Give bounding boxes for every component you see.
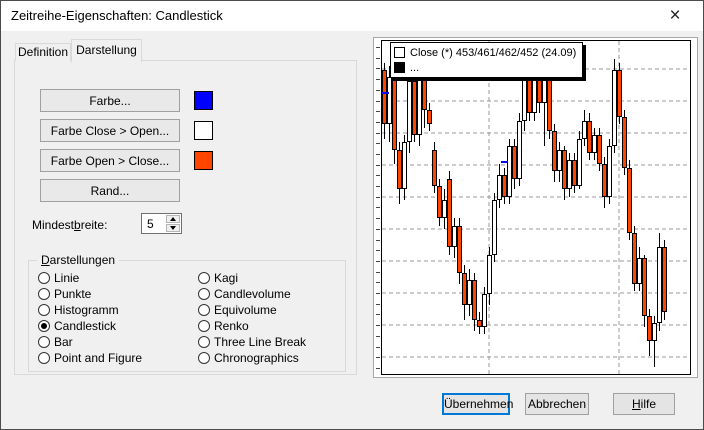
- titlebar: Zeitreihe-Eigenschaften: Candlestick ×: [1, 1, 703, 31]
- min-width-input[interactable]: [143, 215, 165, 232]
- y-axis-tick: [376, 207, 380, 208]
- radio-label: Punkte: [54, 288, 91, 301]
- chart-legend: Close (*) 453/461/462/452 (24.09)...: [390, 42, 583, 78]
- radio-icon: [38, 272, 50, 284]
- y-axis-tick: [376, 250, 380, 251]
- radio-icon: [198, 272, 210, 284]
- radio-label: Renko: [214, 320, 249, 333]
- y-axis-tick: [376, 133, 380, 134]
- spin-up-button[interactable]: [166, 215, 180, 223]
- farbe-button[interactable]: Farbe...: [40, 89, 180, 112]
- y-axis-tick: [376, 186, 380, 187]
- radio-label: Chronographics: [214, 352, 299, 365]
- y-axis-tick: [376, 261, 380, 262]
- y-axis-tick: [376, 79, 380, 80]
- y-axis-tick: [376, 325, 380, 326]
- spin-down-icon: [170, 226, 176, 230]
- y-axis-tick: [376, 293, 380, 294]
- farbe-open-close-swatch: [194, 151, 213, 170]
- candlestick-chart: [382, 41, 690, 374]
- rand-button[interactable]: Rand...: [40, 179, 180, 202]
- radio-icon: [38, 352, 50, 364]
- y-axis-tick: [376, 218, 380, 219]
- radio-label: Candlevolume: [214, 288, 291, 301]
- radio-icon: [198, 320, 210, 332]
- radio-icon: [38, 320, 50, 332]
- radio-icon: [38, 304, 50, 316]
- dialog-zeitreihe-eigenschaften: Zeitreihe-Eigenschaften: Candlestick × D…: [0, 0, 704, 430]
- radio-icon: [198, 304, 210, 316]
- spin-down-button[interactable]: [166, 224, 180, 232]
- y-axis-tick: [376, 68, 380, 69]
- legend-item: ...: [394, 60, 576, 75]
- radio-label: Equivolume: [214, 304, 277, 317]
- legend-swatch: [394, 62, 405, 73]
- legend-item: Close (*) 453/461/462/452 (24.09): [394, 45, 576, 60]
- y-axis-tick: [376, 47, 380, 48]
- y-axis-tick: [376, 282, 380, 283]
- legend-label: Close (*) 453/461/462/452 (24.09): [410, 47, 576, 59]
- farbe-close-open-swatch: [194, 121, 213, 140]
- radio-label: Point and Figure: [54, 352, 142, 365]
- y-axis-tick: [376, 101, 380, 102]
- y-axis-tick: [376, 347, 380, 348]
- y-axis-tick: [376, 336, 380, 337]
- y-axis-tick: [376, 229, 380, 230]
- y-axis-tick: [376, 272, 380, 273]
- dialog-title: Zeitreihe-Eigenschaften: Candlestick: [11, 1, 223, 31]
- y-axis-tick: [376, 304, 380, 305]
- radio-icon: [38, 288, 50, 300]
- y-axis-tick: [376, 58, 380, 59]
- spin-up-icon: [170, 217, 176, 221]
- help-button[interactable]: Hilfe: [613, 393, 675, 415]
- radio-label: Histogramm: [54, 304, 119, 317]
- farbe-close-open-button[interactable]: Farbe Close > Open...: [40, 119, 180, 142]
- radio-icon: [198, 288, 210, 300]
- darstellungen-groupbox: Darstellungen LiniePunkteHistogrammCandl…: [28, 260, 346, 372]
- farbe-swatch: [194, 91, 213, 110]
- radio-label: Linie: [54, 272, 79, 285]
- cancel-button[interactable]: Abbrechen: [525, 393, 589, 415]
- y-axis-tick: [376, 368, 380, 369]
- y-axis-tick: [376, 175, 380, 176]
- y-axis-tick: [376, 143, 380, 144]
- chart-preview-panel: Close (*) 453/461/462/452 (24.09)...: [373, 37, 698, 378]
- legend-label: ...: [410, 62, 419, 74]
- radio-icon: [198, 336, 210, 348]
- chart-plot-area: Close (*) 453/461/462/452 (24.09)...: [381, 40, 691, 375]
- y-axis-tick: [376, 111, 380, 112]
- y-axis-tick: [376, 165, 380, 166]
- min-width-spinner: [141, 213, 182, 234]
- legend-swatch: [394, 47, 405, 58]
- tab-darstellung[interactable]: Darstellung: [71, 39, 142, 63]
- farbe-open-close-button[interactable]: Farbe Open > Close...: [40, 149, 180, 172]
- y-axis-tick: [376, 90, 380, 91]
- close-icon: ×: [669, 5, 680, 26]
- apply-button[interactable]: Übernehmen: [442, 393, 510, 415]
- y-axis-tick: [376, 314, 380, 315]
- tab-page: Mindestbreite: Darstellungen Linie Punkte…: [14, 60, 357, 375]
- y-axis-tick: [376, 197, 380, 198]
- y-axis-tick: [376, 122, 380, 123]
- y-axis-tick: [376, 154, 380, 155]
- y-axis-tick: [376, 357, 380, 358]
- min-width-label: Mindestbreite:: [32, 218, 107, 232]
- radio-icon: [198, 352, 210, 364]
- radio-label: Kagi: [214, 272, 238, 285]
- close-button[interactable]: ×: [655, 1, 695, 30]
- radio-label: Bar: [54, 336, 73, 349]
- radio-label: Candlestick: [54, 320, 116, 333]
- tab-definition[interactable]: Definition: [15, 43, 71, 61]
- y-axis-tick: [376, 240, 380, 241]
- darstellungen-group-label: Darstellungen: [37, 253, 119, 267]
- radio-icon: [38, 336, 50, 348]
- radio-label: Three Line Break: [214, 336, 306, 349]
